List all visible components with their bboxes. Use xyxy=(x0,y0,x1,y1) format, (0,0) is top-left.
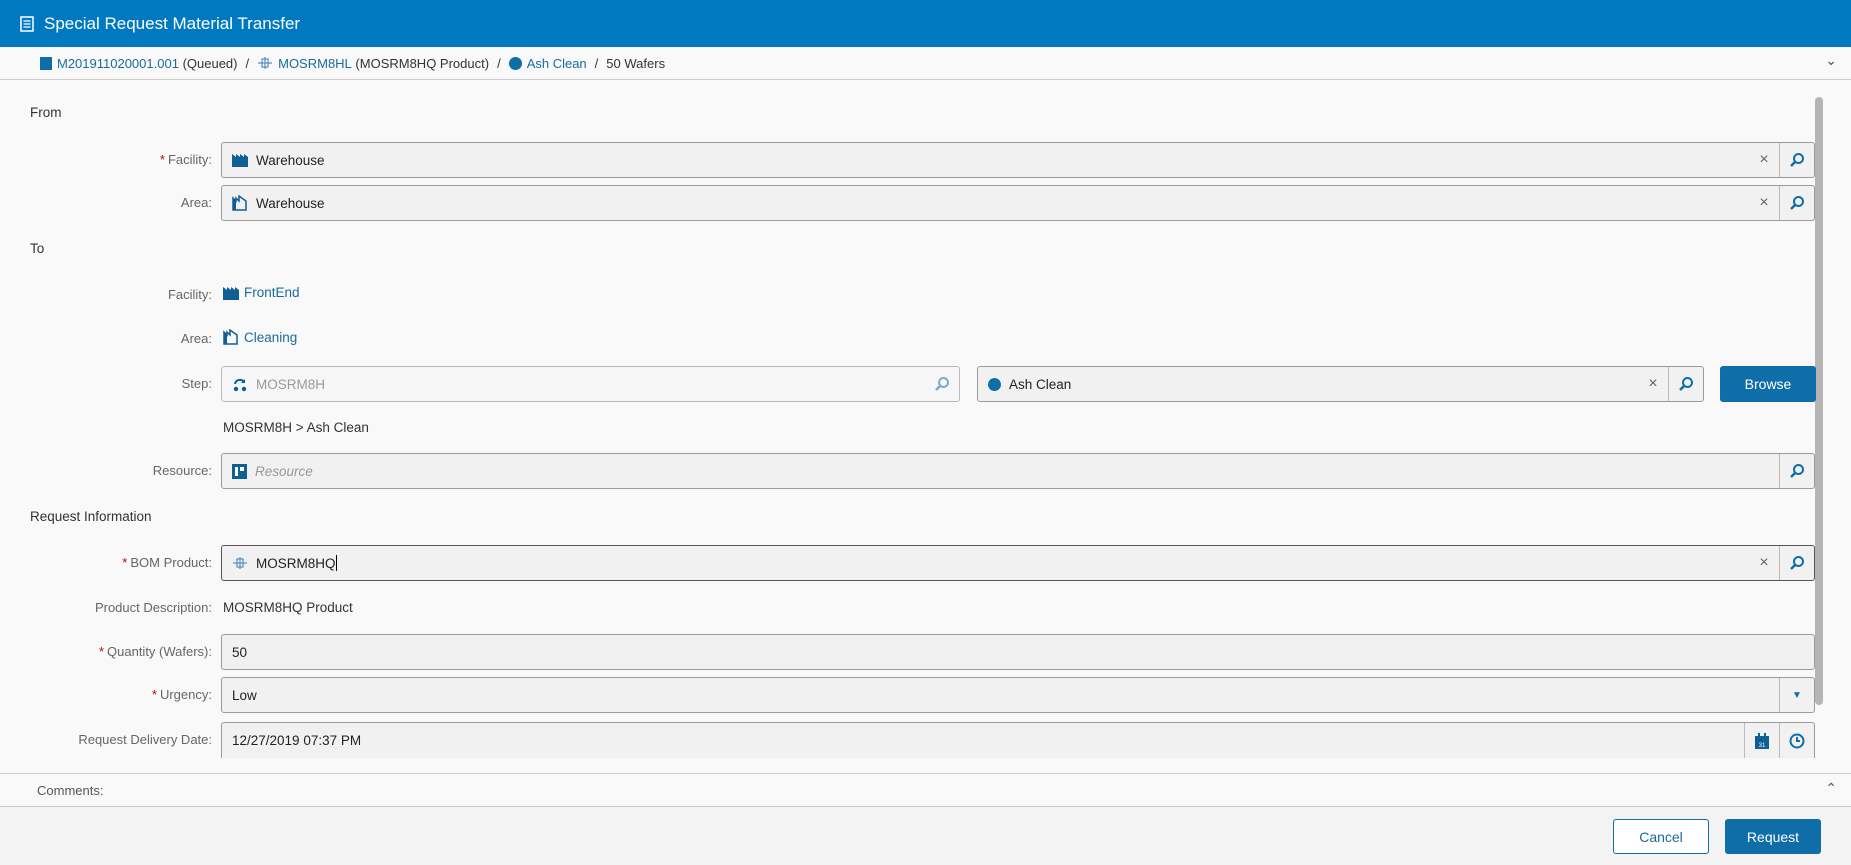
calendar-icon[interactable]: 31 xyxy=(1744,723,1779,758)
chevron-up-icon[interactable]: ⌃ xyxy=(1825,780,1837,797)
facility-icon xyxy=(232,153,248,167)
breadcrumb-material[interactable]: M201911020001.001 xyxy=(57,56,179,71)
to-facility-label: Facility: xyxy=(167,287,212,302)
title-bar: Special Request Material Transfer xyxy=(0,0,1851,47)
urgency-label: * Urgency: xyxy=(151,687,212,702)
breadcrumb: M201911020001.001 (Queued) / MOSRM8HL (M… xyxy=(0,47,1851,80)
delivery-date-value: 12/27/2019 07:37 PM xyxy=(232,733,362,748)
search-icon[interactable] xyxy=(1779,546,1814,580)
page-title: Special Request Material Transfer xyxy=(44,13,301,33)
material-icon xyxy=(40,56,52,70)
request-button[interactable]: Request xyxy=(1725,819,1821,854)
bom-label: * BOM Product: xyxy=(122,555,212,570)
footer: Cancel Request xyxy=(0,807,1851,865)
separator: / xyxy=(497,55,501,71)
from-area-label: Area: xyxy=(180,195,212,210)
step-value: Ash Clean xyxy=(1009,376,1072,392)
bom-product-field[interactable]: MOSRM8HQ × xyxy=(221,545,1815,581)
search-icon[interactable] xyxy=(1779,186,1814,220)
search-icon[interactable] xyxy=(1668,367,1703,401)
from-facility-value: Warehouse xyxy=(256,152,325,168)
request-heading: Request Information xyxy=(30,509,152,524)
breadcrumb-unit: Wafers xyxy=(624,55,666,71)
resource-field[interactable]: Resource xyxy=(221,453,1815,489)
resource-label: Resource: xyxy=(152,463,212,478)
flow-icon xyxy=(232,376,248,392)
resource-icon xyxy=(232,463,247,479)
date-label: Request Delivery Date: xyxy=(78,732,212,747)
product-description: MOSRM8HQ Product xyxy=(223,600,353,615)
area-icon xyxy=(232,195,248,211)
bom-product-value: MOSRM8HQ xyxy=(256,555,336,571)
qty-label: * Quantity (Wafers): xyxy=(98,644,212,659)
from-area-field[interactable]: Warehouse × xyxy=(221,185,1815,221)
breadcrumb-product[interactable]: MOSRM8HL xyxy=(278,56,352,71)
product-icon xyxy=(258,57,273,69)
search-icon[interactable] xyxy=(924,367,959,401)
step-icon xyxy=(988,377,1001,391)
cancel-button[interactable]: Cancel xyxy=(1613,819,1709,854)
comments-panel[interactable]: Comments: ⌃ xyxy=(0,773,1851,807)
clear-icon[interactable]: × xyxy=(1749,186,1779,220)
scrollbar[interactable] xyxy=(1815,97,1823,705)
search-icon[interactable] xyxy=(1779,454,1814,488)
clear-icon[interactable]: × xyxy=(1749,546,1779,580)
urgency-value: Low xyxy=(232,687,257,703)
svg-text:31: 31 xyxy=(1759,743,1766,749)
from-area-value: Warehouse xyxy=(256,195,325,211)
to-heading: To xyxy=(30,241,45,256)
step-path: MOSRM8H > Ash Clean xyxy=(223,420,369,435)
clear-icon[interactable]: × xyxy=(1749,143,1779,177)
browse-button[interactable]: Browse xyxy=(1720,366,1816,402)
chevron-down-icon[interactable]: ⌄ xyxy=(1825,52,1837,69)
document-icon xyxy=(20,15,34,32)
step-icon xyxy=(508,56,522,70)
clock-icon[interactable] xyxy=(1779,723,1814,758)
quantity-value: 50 xyxy=(232,644,248,660)
breadcrumb-step[interactable]: Ash Clean xyxy=(527,56,587,71)
from-facility-label: * Facility: xyxy=(159,152,212,167)
material-status: (Queued) xyxy=(182,55,238,71)
step-field[interactable]: Ash Clean × xyxy=(977,366,1704,402)
dropdown-arrow-icon[interactable]: ▼ xyxy=(1779,678,1814,712)
quantity-field[interactable]: 50 xyxy=(221,634,1815,670)
from-heading: From xyxy=(30,105,62,120)
to-area-link[interactable]: Cleaning xyxy=(244,330,297,345)
desc-label: Product Description: xyxy=(94,600,212,615)
resource-placeholder: Resource xyxy=(255,463,313,479)
from-facility-field[interactable]: Warehouse × xyxy=(221,142,1815,178)
breadcrumb-qty: 50 xyxy=(606,55,621,71)
product-desc: (MOSRM8HQ Product) xyxy=(355,55,490,71)
facility-icon xyxy=(223,286,239,300)
to-facility-link[interactable]: FrontEnd xyxy=(244,285,300,300)
comments-label: Comments: xyxy=(37,782,104,798)
to-area: Cleaning xyxy=(223,329,297,345)
step-label: Step: xyxy=(181,376,212,391)
separator: / xyxy=(594,55,599,71)
urgency-select[interactable]: Low ▼ xyxy=(221,677,1815,713)
area-icon xyxy=(223,329,238,345)
flow-field[interactable]: MOSRM8H xyxy=(221,366,960,402)
separator: / xyxy=(245,55,250,71)
to-facility: FrontEnd xyxy=(223,285,300,300)
clear-icon[interactable]: × xyxy=(1638,367,1668,401)
delivery-date-field[interactable]: 12/27/2019 07:37 PM 31 xyxy=(221,722,1815,758)
product-icon xyxy=(232,557,248,569)
search-icon[interactable] xyxy=(1779,143,1814,177)
to-area-label: Area: xyxy=(180,331,212,346)
flow-value: MOSRM8H xyxy=(256,376,326,392)
